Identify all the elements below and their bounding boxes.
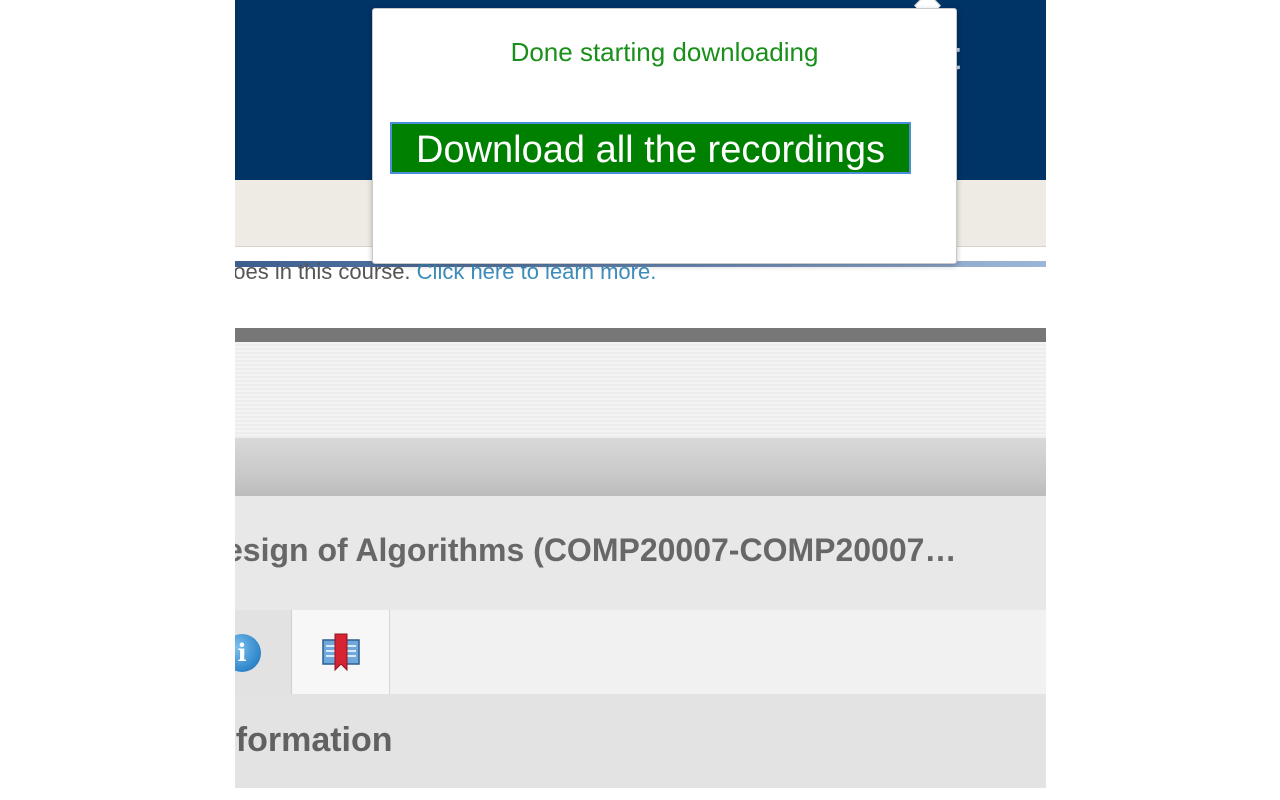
download-status: Done starting downloading bbox=[510, 37, 819, 67]
header-panel bbox=[235, 342, 1046, 438]
download-all-button[interactable]: Download all the recordings bbox=[390, 122, 911, 174]
extension-popup: Done starting downloading Download all t… bbox=[372, 8, 957, 264]
book-icon[interactable] bbox=[321, 632, 361, 672]
course-title: esign of Algorithms (COMP20007-COMP20007… bbox=[235, 532, 957, 568]
information-heading: nformation bbox=[235, 721, 393, 759]
divider-bar bbox=[235, 328, 1046, 342]
breadcrumb-bar bbox=[235, 438, 1046, 496]
